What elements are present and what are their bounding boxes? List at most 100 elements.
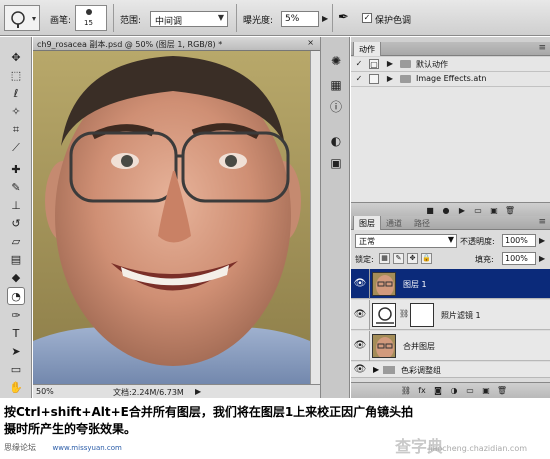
document-window: ch9_rosacea 副本.psd @ 50% (图层 1, RGB/8) *… (33, 37, 320, 398)
layer-mask-thumbnail[interactable] (410, 303, 434, 327)
histogram-icon[interactable]: ▦ (326, 75, 346, 95)
action-toggle-check[interactable]: ✓ (354, 59, 364, 69)
watermark-left: 思缘论坛 www.missyuan.com (4, 442, 122, 453)
eye-icon[interactable]: 👁 (353, 277, 367, 291)
airbrush-icon[interactable]: ✒ (338, 10, 349, 25)
close-icon[interactable]: × (307, 38, 314, 47)
hand-tool-icon[interactable]: ✋ (7, 379, 25, 397)
blur-tool-icon[interactable]: ◆ (7, 269, 25, 287)
navigator-icon[interactable]: ✺ (326, 51, 346, 71)
tab-paths[interactable]: 路径 (409, 216, 435, 230)
panel-menu-icon[interactable]: ≡ (538, 217, 546, 227)
fill-slider-arrow-icon[interactable]: ▶ (539, 254, 545, 263)
gradient-tool-icon[interactable]: ▤ (7, 251, 25, 269)
move-tool-icon[interactable]: ✥ (7, 49, 25, 67)
range-label: 范围: (120, 16, 142, 26)
eyedropper-tool-icon[interactable]: ⟋ (7, 139, 25, 157)
lock-all-icon[interactable]: 🔒 (421, 253, 432, 264)
brushes-icon[interactable]: ◐ (326, 131, 346, 151)
blend-mode-select[interactable]: 正常 ▼ (355, 234, 457, 248)
layer-name[interactable]: 照片滤镜 1 (441, 310, 481, 321)
exposure-field[interactable]: 5% (281, 11, 319, 27)
action-set-label: Image Effects.atn (416, 74, 487, 83)
expand-triangle-icon[interactable]: ▶ (385, 59, 395, 69)
healing-brush-tool-icon[interactable]: ✚ (7, 161, 25, 179)
eye-icon[interactable]: 👁 (353, 363, 367, 377)
vertical-scrollbar[interactable] (310, 51, 320, 384)
type-tool-icon[interactable]: T (7, 325, 25, 343)
lock-transparency-icon[interactable]: ▦ (379, 253, 390, 264)
brush-tool-icon[interactable]: ✎ (7, 179, 25, 197)
add-mask-icon[interactable]: ◙ (431, 385, 445, 397)
chevron-down-icon: ▼ (447, 235, 454, 244)
lock-label: 锁定: (355, 255, 374, 264)
options-separator (236, 4, 237, 32)
protect-tones-checkbox[interactable]: ✓ (362, 13, 372, 23)
path-selection-tool-icon[interactable]: ➤ (7, 343, 25, 361)
pen-tool-icon[interactable]: ✑ (7, 307, 25, 325)
zoom-level[interactable]: 50% (36, 387, 54, 396)
caption-area: 按Ctrl+shift+Alt+E合并所有图层，我们将在图层1上来校正因广角镜头… (0, 398, 550, 459)
opacity-slider-arrow-icon[interactable]: ▶ (539, 236, 545, 245)
range-select[interactable]: 中间调 ▼ (150, 11, 228, 27)
action-set-row[interactable]: ✓ ▶ Image Effects.atn (351, 72, 550, 87)
lock-pixels-icon[interactable]: ✎ (393, 253, 404, 264)
clone-stamp-tool-icon[interactable]: ⊥ (7, 197, 25, 215)
info-icon[interactable]: ⓘ (326, 97, 346, 117)
new-layer-icon[interactable]: ▣ (479, 385, 493, 397)
link-layers-icon[interactable]: ⛓ (399, 385, 413, 397)
magic-wand-tool-icon[interactable]: ✧ (7, 103, 25, 121)
expand-triangle-icon[interactable]: ▶ (385, 74, 395, 84)
brush-tip-icon (86, 9, 92, 15)
action-set-label: 默认动作 (416, 60, 448, 69)
dialog-toggle-icon[interactable]: ▢ (369, 59, 379, 69)
layer-row[interactable]: 👁 ⛓ 照片滤镜 1 (351, 300, 550, 330)
dialog-toggle-icon[interactable] (369, 74, 379, 84)
dodge-tool-icon[interactable]: ◔ (7, 287, 25, 305)
status-bar: 50% 文档:2.24M/6.73M ▶ (33, 384, 320, 398)
link-chain-icon[interactable]: ⛓ (399, 309, 409, 318)
image-canvas[interactable] (33, 51, 320, 384)
layer-row[interactable]: 👁 图层 1 (351, 269, 550, 299)
layer-group-row[interactable]: 👁 ▶ 色彩调整组 (351, 362, 550, 378)
layer-name[interactable]: 合并图层 (403, 341, 435, 352)
tool-preset-picker[interactable] (4, 5, 40, 31)
status-arrow-icon[interactable]: ▶ (195, 387, 201, 396)
eye-icon[interactable]: 👁 (353, 339, 367, 353)
panel-menu-icon[interactable]: ≡ (538, 43, 546, 53)
tab-channels[interactable]: 通道 (381, 216, 407, 230)
history-brush-tool-icon[interactable]: ↺ (7, 215, 25, 233)
tab-actions[interactable]: 动作 (353, 42, 381, 56)
layer-row[interactable]: 👁 合并图层 (351, 331, 550, 361)
expand-triangle-icon[interactable]: ▶ (373, 365, 379, 374)
crop-tool-icon[interactable]: ⌗ (7, 121, 25, 139)
trash-icon[interactable]: 🗑 (495, 385, 509, 397)
options-bar: 画笔: 15 范围: 中间调 ▼ 曝光度: 5% ▶ ✒ ✓ 保护色调 (0, 0, 550, 36)
layer-style-icon[interactable]: fx (415, 385, 429, 397)
eraser-tool-icon[interactable]: ▱ (7, 233, 25, 251)
new-group-icon[interactable]: ▭ (463, 385, 477, 397)
fill-value: 100% (505, 254, 528, 263)
chevron-down-icon: ▼ (217, 13, 224, 22)
face-thumbnail-icon (373, 273, 395, 295)
tab-layers[interactable]: 图层 (353, 216, 381, 230)
action-set-row[interactable]: ✓ ▢ ▶ 默认动作 (351, 57, 550, 72)
shape-tool-icon[interactable]: ▭ (7, 361, 25, 379)
fill-field[interactable]: 100% (502, 252, 536, 265)
adjustment-layer-icon[interactable]: ◑ (447, 385, 461, 397)
document-tab[interactable]: ch9_rosacea 副本.psd @ 50% (图层 1, RGB/8) *… (33, 37, 320, 51)
layer-name[interactable]: 图层 1 (403, 279, 427, 290)
watermark-site: www.missyuan.com (52, 444, 122, 452)
marquee-tool-icon[interactable]: ⬚ (7, 67, 25, 85)
eye-icon[interactable]: 👁 (353, 308, 367, 322)
lock-position-icon[interactable]: ✥ (407, 253, 418, 264)
action-toggle-check[interactable]: ✓ (354, 74, 364, 84)
opacity-field[interactable]: 100% (502, 234, 536, 247)
exposure-slider-arrow-icon[interactable]: ▶ (322, 14, 328, 23)
tools-panel: ✥ ⬚ ℓ ✧ ⌗ ⟋ ✚ ✎ ⊥ ↺ ▱ ▤ ◆ ◔ ✑ T ➤ ▭ ✋ (0, 37, 32, 398)
brush-picker[interactable]: 15 (75, 5, 107, 31)
clone-source-icon[interactable]: ▣ (326, 153, 346, 173)
layers-panel-tabs: 图层 通道 路径 ≡ (351, 216, 550, 230)
layer-group-name[interactable]: 色彩调整组 (401, 365, 441, 376)
lasso-tool-icon[interactable]: ℓ (7, 85, 25, 103)
